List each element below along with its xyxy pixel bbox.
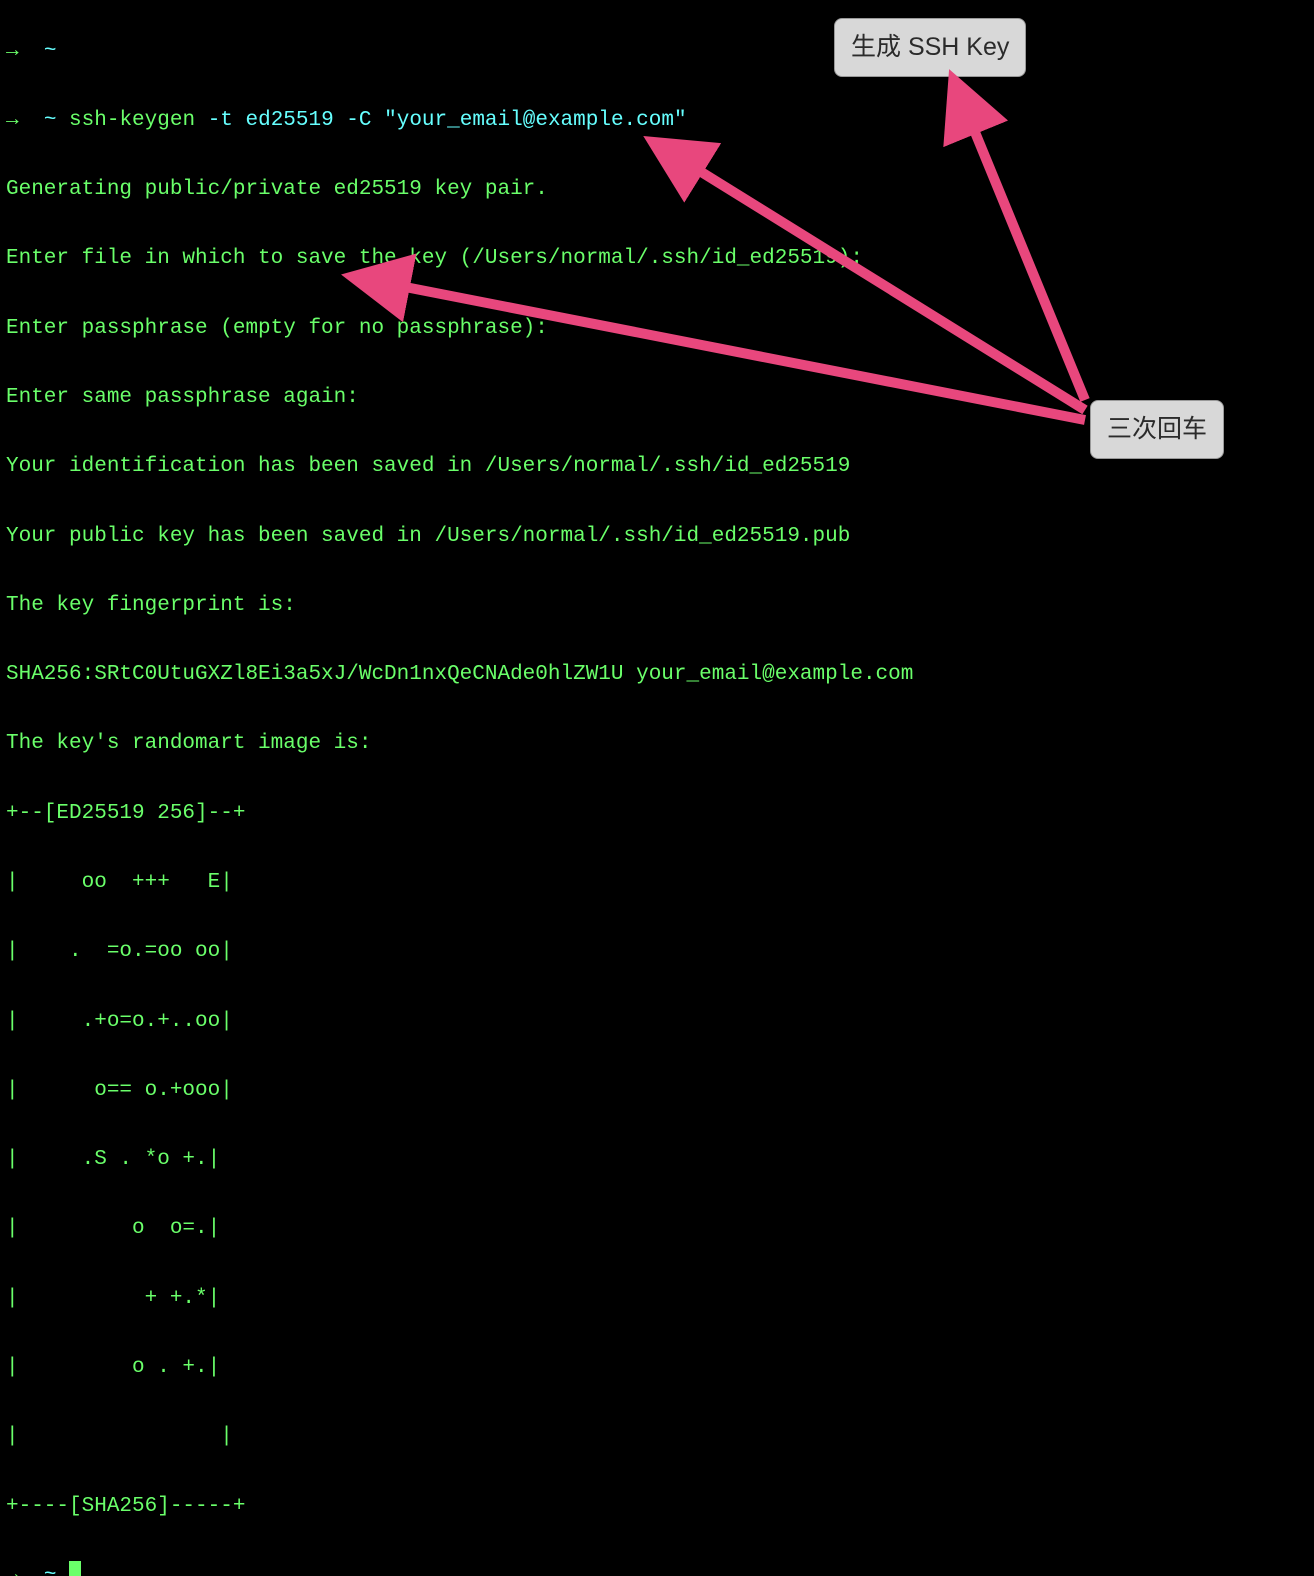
- randomart-line: +----[SHA256]-----+: [6, 1490, 1308, 1525]
- annotation-label-generate-ssh-key: 生成 SSH Key: [834, 18, 1026, 77]
- cursor-block: [69, 1561, 81, 1576]
- prompt-line-prev: → ~: [6, 35, 1308, 70]
- randomart-line: | .+o=o.+..oo|: [6, 1005, 1308, 1040]
- prompt-tilde: ~: [44, 1564, 57, 1576]
- randomart-line: | + +.*|: [6, 1282, 1308, 1317]
- randomart-line: +--[ED25519 256]--+: [6, 797, 1308, 832]
- randomart-line: | o . +.|: [6, 1351, 1308, 1386]
- randomart-line: | oo +++ E|: [6, 866, 1308, 901]
- output-line: Generating public/private ed25519 key pa…: [6, 173, 1308, 208]
- command-name: ssh-keygen: [69, 109, 195, 132]
- annotation-label-three-enters: 三次回车: [1090, 400, 1224, 459]
- prompt-arrow: →: [6, 109, 19, 132]
- randomart-line: | o== o.+ooo|: [6, 1074, 1308, 1109]
- randomart-line: | o o=.|: [6, 1212, 1308, 1247]
- prompt-line-next: → ~: [6, 1559, 1308, 1576]
- prompt-arrow: →: [6, 40, 19, 63]
- prompt-tilde: ~: [44, 40, 57, 63]
- output-line: SHA256:SRtC0UtuGXZl8Ei3a5xJ/WcDn1nxQeCNA…: [6, 658, 1308, 693]
- prompt-arrow: →: [6, 1564, 19, 1576]
- output-line: Enter passphrase (empty for no passphras…: [6, 312, 1308, 347]
- command-line: → ~ ssh-keygen -t ed25519 -C "your_email…: [6, 104, 1308, 139]
- command-args: -t ed25519 -C "your_email@example.com": [208, 109, 687, 132]
- output-line: Your public key has been saved in /Users…: [6, 520, 1308, 555]
- output-line: Enter file in which to save the key (/Us…: [6, 242, 1308, 277]
- randomart-line: | .S . *o +.|: [6, 1143, 1308, 1178]
- output-line: The key fingerprint is:: [6, 589, 1308, 624]
- randomart-line: | . =o.=oo oo|: [6, 935, 1308, 970]
- terminal-window[interactable]: → ~ → ~ ssh-keygen -t ed25519 -C "your_e…: [0, 0, 1314, 1576]
- prompt-tilde: ~: [44, 109, 57, 132]
- output-line: The key's randomart image is:: [6, 727, 1308, 762]
- randomart-line: | |: [6, 1420, 1308, 1455]
